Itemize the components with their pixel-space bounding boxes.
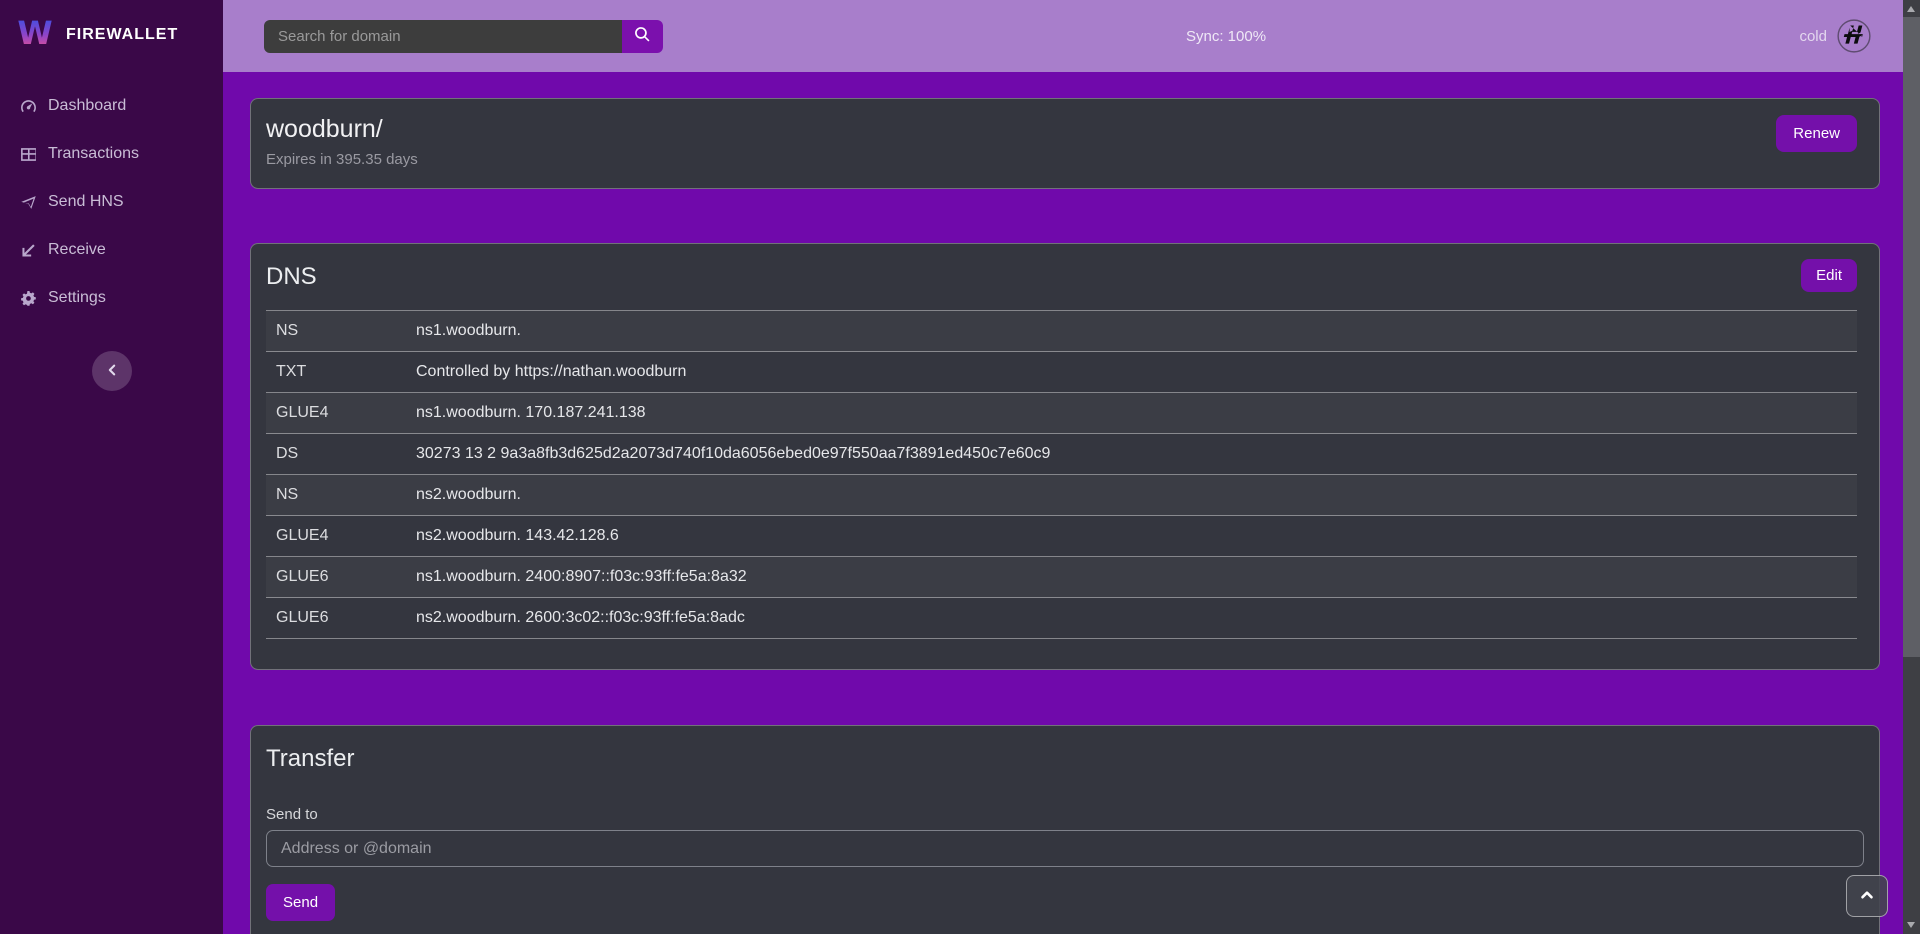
dns-record-type: DS: [266, 434, 406, 475]
dns-record-row: GLUE4 ns2.woodburn. 143.42.128.6: [266, 516, 1857, 557]
domain-title: woodburn/: [266, 115, 1857, 144]
page-content: woodburn/ Expires in 395.35 days Renew D…: [223, 72, 1920, 934]
dns-record-value: 30273 13 2 9a3a8fb3d625d2a2073d740f10da6…: [406, 434, 1857, 475]
sync-status: Sync: 100%: [1186, 28, 1266, 45]
wallet-selector[interactable]: cold: [1799, 19, 1871, 53]
dns-record-type: GLUE4: [266, 516, 406, 557]
send-transfer-button[interactable]: Send: [266, 884, 335, 921]
sidebar-nav: Dashboard Transactions Send HNS Receive: [0, 82, 223, 322]
arrow-down-left-icon: [20, 242, 37, 259]
chevron-left-icon: [105, 363, 119, 380]
sidebar-item-label: Transactions: [48, 145, 139, 163]
wallet-name: cold: [1799, 28, 1827, 45]
app-root: W FIREWALLET Dashboard Transactions: [0, 0, 1920, 934]
brand: W FIREWALLET: [0, 0, 223, 74]
dns-record-row: GLUE4 ns1.woodburn. 170.187.241.138: [266, 393, 1857, 434]
dns-record-value: ns2.woodburn. 143.42.128.6: [406, 516, 1857, 557]
dns-record-value: ns2.woodburn.: [406, 475, 1857, 516]
dns-record-value: ns2.woodburn. 2600:3c02::f03c:93ff:fe5a:…: [406, 598, 1857, 639]
dns-record-value: ns1.woodburn. 2400:8907::f03c:93ff:fe5a:…: [406, 557, 1857, 598]
handshake-logo-icon[interactable]: [1837, 19, 1871, 53]
dns-record-row: GLUE6 ns2.woodburn. 2600:3c02::f03c:93ff…: [266, 598, 1857, 639]
domain-card: woodburn/ Expires in 395.35 days Renew: [250, 98, 1880, 189]
dns-records-table: NS ns1.woodburn. TXT Controlled by https…: [266, 310, 1857, 639]
dns-record-value: ns1.woodburn.: [406, 311, 1857, 352]
dns-record-type: TXT: [266, 352, 406, 393]
sidebar-collapse-button[interactable]: [92, 351, 132, 391]
brand-name: FIREWALLET: [66, 26, 178, 44]
scrollbar-up-arrow-icon[interactable]: [1907, 6, 1915, 12]
sidebar-item-label: Dashboard: [48, 97, 126, 115]
sidebar-item-dashboard[interactable]: Dashboard: [0, 82, 223, 130]
vertical-scrollbar[interactable]: [1903, 0, 1920, 934]
dns-record-row: GLUE6 ns1.woodburn. 2400:8907::f03c:93ff…: [266, 557, 1857, 598]
sidebar-item-label: Send HNS: [48, 193, 124, 211]
dns-record-value: Controlled by https://nathan.woodburn: [406, 352, 1857, 393]
topbar: Sync: 100% cold: [223, 0, 1920, 72]
sidebar-item-send-hns[interactable]: Send HNS: [0, 178, 223, 226]
gear-icon: [20, 290, 37, 307]
dns-record-row: NS ns2.woodburn.: [266, 475, 1857, 516]
dns-record-type: NS: [266, 311, 406, 352]
dns-record-row: NS ns1.woodburn.: [266, 311, 1857, 352]
scrollbar-down-arrow-icon[interactable]: [1907, 922, 1915, 928]
dns-record-type: NS: [266, 475, 406, 516]
sidebar-item-receive[interactable]: Receive: [0, 226, 223, 274]
scroll-to-top-button[interactable]: [1846, 875, 1888, 917]
search-button[interactable]: [622, 20, 663, 53]
domain-expiry: Expires in 395.35 days: [266, 151, 1857, 168]
renew-button[interactable]: Renew: [1776, 115, 1857, 152]
sidebar-item-label: Receive: [48, 241, 106, 259]
send-to-label: Send to: [266, 806, 1864, 823]
transfer-recipient-input[interactable]: [266, 830, 1864, 867]
main-area: Sync: 100% cold woodburn/ Expires in 395…: [223, 0, 1920, 934]
firewallet-logo-icon: W: [16, 13, 54, 56]
sidebar-item-transactions[interactable]: Transactions: [0, 130, 223, 178]
transfer-card: Transfer Send to Send: [250, 725, 1880, 934]
sidebar-item-label: Settings: [48, 289, 106, 307]
chevron-up-icon: [1859, 887, 1875, 906]
sidebar-item-settings[interactable]: Settings: [0, 274, 223, 322]
svg-text:W: W: [17, 14, 52, 51]
gauge-icon: [20, 98, 37, 115]
dns-records-body: NS ns1.woodburn. TXT Controlled by https…: [266, 311, 1857, 639]
sidebar: W FIREWALLET Dashboard Transactions: [0, 0, 223, 934]
table-icon: [20, 146, 37, 163]
magnifier-icon: [634, 26, 651, 46]
dns-record-type: GLUE6: [266, 557, 406, 598]
dns-record-row: TXT Controlled by https://nathan.woodbur…: [266, 352, 1857, 393]
scrollbar-thumb[interactable]: [1903, 17, 1920, 657]
transfer-card-title: Transfer: [266, 742, 1864, 776]
paper-plane-icon: [20, 194, 37, 211]
search-input[interactable]: [264, 20, 622, 53]
dns-card: DNS Edit NS ns1.woodburn. TXT: [250, 243, 1880, 670]
dns-card-title: DNS: [266, 260, 1857, 294]
domain-search: [264, 20, 663, 53]
dns-record-value: ns1.woodburn. 170.187.241.138: [406, 393, 1857, 434]
edit-dns-button[interactable]: Edit: [1801, 259, 1857, 292]
dns-record-type: GLUE4: [266, 393, 406, 434]
dns-record-type: GLUE6: [266, 598, 406, 639]
dns-record-row: DS 30273 13 2 9a3a8fb3d625d2a2073d740f10…: [266, 434, 1857, 475]
